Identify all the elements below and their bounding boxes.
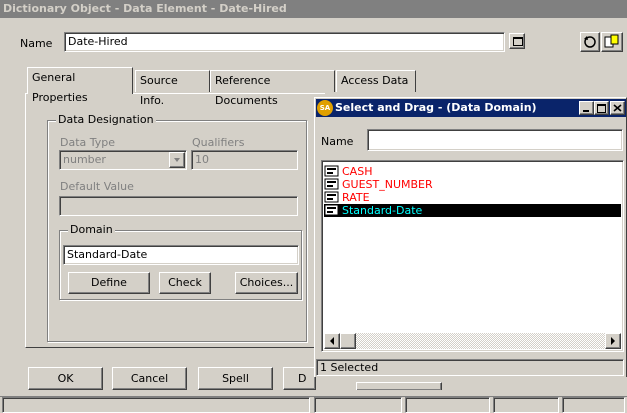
list-item-label: Standard-Date xyxy=(342,204,423,217)
domain-list[interactable]: CASH GUEST_NUMBER RATE Standard-Date xyxy=(321,160,624,352)
status-cell xyxy=(2,397,310,413)
choices-label: Choices... xyxy=(239,276,294,289)
horizontal-scrollbar[interactable] xyxy=(324,333,621,349)
ok-label: OK xyxy=(57,372,74,385)
list-item[interactable]: CASH xyxy=(324,165,372,178)
status-cell xyxy=(405,397,490,413)
main-title-bar[interactable]: Dictionary Object - Data Element - Date-… xyxy=(0,0,627,18)
dialog-status-text: 1 Selected xyxy=(320,361,379,374)
domain-icon xyxy=(324,191,340,203)
define-label: Define xyxy=(91,276,127,289)
dialog-title-bar[interactable]: SA Select and Drag - (Data Domain) xyxy=(316,99,626,117)
domain-field[interactable]: Standard-Date xyxy=(63,245,299,265)
status-cell xyxy=(562,397,625,413)
dialog-status: 1 Selected xyxy=(316,359,624,376)
hidden-button[interactable] xyxy=(356,382,442,390)
default-value-field[interactable] xyxy=(59,196,298,216)
name-expand-button[interactable] xyxy=(509,33,525,49)
partial-button[interactable]: D xyxy=(283,367,316,390)
dialog-name-label: Name xyxy=(321,135,354,148)
list-item[interactable]: RATE xyxy=(324,191,370,204)
scroll-left-button[interactable] xyxy=(324,333,340,349)
tab-source-info[interactable]: Source Info. xyxy=(135,70,210,107)
list-item-label: GUEST_NUMBER xyxy=(342,178,433,191)
cancel-button[interactable]: Cancel xyxy=(112,367,187,390)
data-type-value: number xyxy=(63,153,106,166)
close-button[interactable] xyxy=(610,101,625,115)
tab-label: General Properties xyxy=(32,71,88,104)
choices-button[interactable]: Choices... xyxy=(235,272,298,294)
close-icon xyxy=(613,104,622,112)
data-type-label: Data Type xyxy=(60,136,115,149)
main-title: Dictionary Object - Data Element - Date-… xyxy=(3,2,287,15)
qualifiers-label: Qualifiers xyxy=(192,136,244,149)
qualifiers-field[interactable]: 10 xyxy=(191,150,298,170)
scroll-thumb[interactable] xyxy=(340,333,356,349)
domain-icon xyxy=(324,165,340,177)
define-button[interactable]: Define xyxy=(68,272,150,294)
refresh-icon xyxy=(584,36,596,48)
data-type-label-text: Data Type xyxy=(60,136,116,149)
domain-legend: Domain xyxy=(68,223,115,236)
status-cell xyxy=(493,397,559,413)
tab-label: Access Data xyxy=(341,74,409,87)
app-badge: SA xyxy=(319,104,331,112)
domain-icon xyxy=(324,178,340,190)
name-label-text: Name xyxy=(20,37,53,50)
chevron-right-icon xyxy=(611,337,615,345)
dialog-name-field[interactable] xyxy=(367,129,623,151)
minimize-icon xyxy=(583,110,589,112)
check-button[interactable]: Check xyxy=(159,272,211,294)
partial-label: D xyxy=(298,372,307,385)
default-value-label: Default Value xyxy=(60,180,134,193)
tab-reference-documents[interactable]: Reference Documents xyxy=(210,70,335,107)
qualifiers-label-text: Qualifiers xyxy=(192,136,245,149)
list-item[interactable]: GUEST_NUMBER xyxy=(324,178,433,191)
name-field[interactable]: Date-Hired xyxy=(64,32,505,52)
status-cell xyxy=(314,397,402,413)
name-label: Name xyxy=(20,37,52,50)
ok-button[interactable]: OK xyxy=(28,367,103,390)
scroll-right-button[interactable] xyxy=(605,333,621,349)
domain-value: Standard-Date xyxy=(67,248,148,261)
list-item-selected[interactable]: Standard-Date xyxy=(324,204,621,217)
data-type-select[interactable]: number xyxy=(59,150,187,170)
name-value: Date-Hired xyxy=(68,35,128,48)
default-value-label-text: Default Value xyxy=(60,180,134,193)
cancel-label: Cancel xyxy=(130,372,169,385)
dropdown-button[interactable] xyxy=(169,152,185,168)
domain-icon xyxy=(324,204,340,216)
list-item-label: RATE xyxy=(342,191,370,204)
spell-button[interactable]: Spell xyxy=(198,367,273,390)
chevron-left-icon xyxy=(330,337,334,345)
maximize-icon xyxy=(597,104,606,113)
list-item-label: CASH xyxy=(342,165,373,178)
dialog-title: Select and Drag - (Data Domain) xyxy=(335,101,537,114)
spell-label: Spell xyxy=(222,372,249,385)
app-icon: SA xyxy=(317,100,333,116)
select-drag-dialog[interactable]: SA Select and Drag - (Data Domain) Name … xyxy=(314,97,627,377)
document-icon xyxy=(604,34,619,48)
chevron-down-icon xyxy=(174,158,180,162)
tab-access-data[interactable]: Access Data xyxy=(336,70,416,92)
minimize-button[interactable] xyxy=(579,101,594,115)
maximize-button[interactable] xyxy=(594,101,609,115)
properties-button[interactable] xyxy=(601,32,623,52)
qualifiers-value: 10 xyxy=(195,153,209,166)
tab-general-properties[interactable]: General Properties xyxy=(27,67,133,104)
maximize-icon xyxy=(513,37,523,46)
history-button[interactable] xyxy=(580,32,600,52)
check-label: Check xyxy=(168,276,202,289)
data-designation-legend: Data Designation xyxy=(56,113,156,126)
